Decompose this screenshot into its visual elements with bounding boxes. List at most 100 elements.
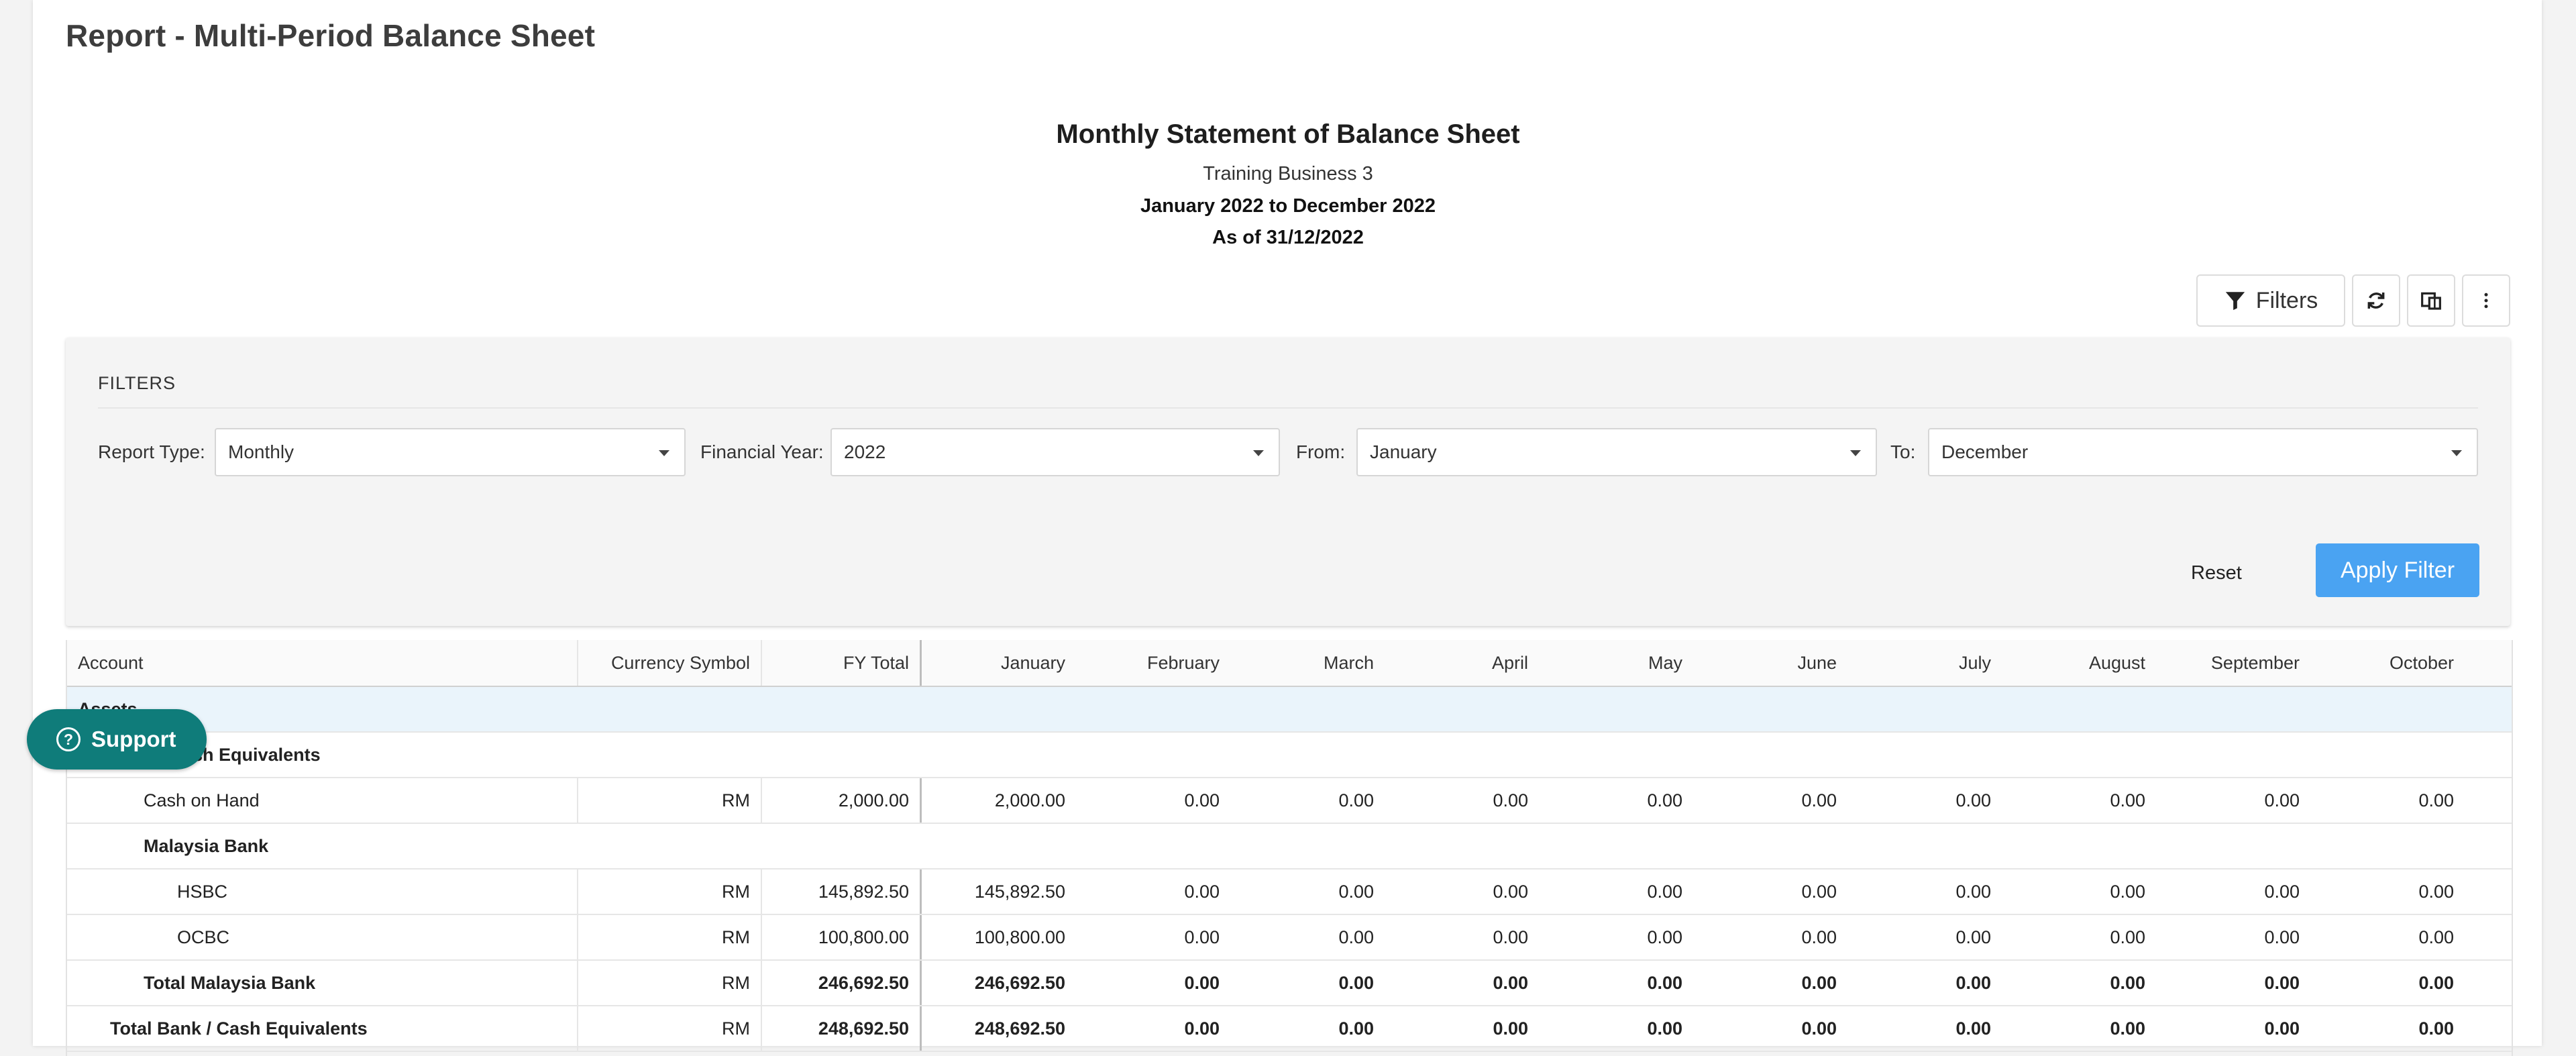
amount-cell: 0.00 (2418, 790, 2454, 810)
amount-cell: 248,692.50 (974, 1018, 1065, 1039)
page-title: Report - Multi-Period Balance Sheet (66, 18, 596, 53)
column-header-fy-total[interactable]: FY Total (762, 640, 922, 686)
currency-cell: RM (578, 915, 762, 959)
amount-cell: 0.00 (2110, 927, 2145, 947)
chevron-down-icon (659, 450, 669, 456)
amount-cell: 0.00 (1955, 881, 1991, 902)
from-month-select[interactable]: January (1356, 428, 1877, 476)
amount-cell: 246,692.50 (762, 961, 922, 1005)
filters-button-label: Filters (2255, 287, 2318, 313)
amount-cell: 145,892.50 (762, 869, 922, 914)
amount-cell: 0.00 (1801, 972, 1837, 993)
amount-cell: 0.00 (1338, 927, 1374, 947)
amount-cell: 0.00 (1493, 927, 1528, 947)
amount-cell: 0.00 (2264, 1018, 2300, 1039)
columns-toggle-icon (2421, 292, 2441, 310)
amount-cell: 2,000.00 (762, 778, 922, 823)
column-header-june[interactable]: June (1693, 640, 1847, 686)
financial-year-label: Financial Year: (700, 441, 824, 462)
chevron-down-icon (2451, 450, 2462, 456)
report-type-value: Monthly (228, 441, 294, 462)
column-header-may[interactable]: May (1539, 640, 1693, 686)
amount-cell: 0.00 (1184, 881, 1220, 902)
account-cell: Malaysia Bank (144, 835, 269, 856)
amount-cell: 0.00 (1184, 927, 1220, 947)
account-cell: Total Malaysia Bank (67, 961, 578, 1005)
amount-cell: 0.00 (2418, 927, 2454, 947)
amount-cell: 0.00 (1647, 1018, 1682, 1039)
amount-cell: 0.00 (1338, 790, 1374, 810)
amount-cell: 0.00 (2110, 790, 2145, 810)
grid-header-row: Account Currency Symbol FY Total January Feb… (67, 640, 2512, 687)
refresh-icon (2367, 293, 2385, 309)
report-type-label: Report Type: (98, 441, 205, 462)
amount-cell: 0.00 (2110, 1018, 2145, 1039)
filters-heading: FILTERS (98, 373, 176, 393)
amount-cell: 0.00 (2264, 972, 2300, 993)
amount-cell: 0.00 (2110, 972, 2145, 993)
amount-cell: 0.00 (1955, 1018, 1991, 1039)
amount-cell: 0.00 (1493, 1018, 1528, 1039)
amount-cell: 0.00 (1955, 972, 1991, 993)
amount-cell: 0.00 (1801, 927, 1837, 947)
report-type-select[interactable]: Monthly (215, 428, 686, 476)
apply-filter-button[interactable]: Apply Filter (2316, 543, 2479, 597)
to-month-select[interactable]: December (1928, 428, 2478, 476)
amount-cell: 0.00 (2110, 881, 2145, 902)
account-cell: OCBC (67, 915, 578, 959)
column-header-august[interactable]: August (2002, 640, 2156, 686)
financial-year-select[interactable]: 2022 (830, 428, 1280, 476)
to-month-label: To: (1890, 441, 1916, 462)
column-header-january[interactable]: January (922, 640, 1076, 686)
amount-cell: 0.00 (1338, 881, 1374, 902)
report-period: January 2022 to December 2022 (1140, 195, 1436, 217)
section-row: Assets (67, 687, 2512, 733)
column-header-march[interactable]: March (1230, 640, 1385, 686)
amount-cell: 0.00 (2264, 790, 2300, 810)
column-header-april[interactable]: April (1385, 640, 1539, 686)
amount-cell: 0.00 (1647, 927, 1682, 947)
filters-button[interactable]: Filters (2196, 274, 2345, 327)
from-month-label: From: (1296, 441, 1346, 462)
amount-cell: 0.00 (1493, 790, 1528, 810)
amount-cell: 0.00 (1955, 927, 1991, 947)
account-cell: HSBC (67, 869, 578, 914)
column-header-july[interactable]: July (1847, 640, 2002, 686)
column-header-february[interactable]: February (1076, 640, 1230, 686)
more-options-button[interactable] (2462, 274, 2510, 327)
amount-cell: 0.00 (2418, 972, 2454, 993)
currency-cell: RM (578, 961, 762, 1005)
column-chooser-button[interactable] (2407, 274, 2455, 327)
currency-cell: RM (578, 1006, 762, 1051)
column-header-account[interactable]: Account (67, 640, 578, 686)
report-title: Monthly Statement of Balance Sheet (1056, 119, 1520, 149)
from-month-value: January (1370, 441, 1437, 462)
column-header-september[interactable]: September (2156, 640, 2310, 686)
amount-cell: 0.00 (1184, 790, 1220, 810)
table-row: HSBC RM 145,892.50 145,892.50 0.00 0.00 0.00 0.… (67, 869, 2512, 915)
amount-cell: 0.00 (1801, 881, 1837, 902)
total-row: Total Bank / Cash Equivalents RM 248,692.5… (67, 1006, 2512, 1052)
amount-cell: 0.00 (1647, 881, 1682, 902)
to-month-value: December (1941, 441, 2029, 462)
column-header-currency-symbol[interactable]: Currency Symbol (578, 640, 762, 686)
column-header-october[interactable]: October (2310, 640, 2465, 686)
total-row: Total Malaysia Bank RM 246,692.50 246,692.5… (67, 961, 2512, 1006)
chevron-down-icon (1253, 450, 1264, 456)
amount-cell: 246,692.50 (974, 972, 1065, 993)
balance-sheet-grid: Account Currency Symbol FY Total January Feb… (66, 640, 2513, 1056)
amount-cell: 145,892.50 (974, 881, 1065, 902)
amount-cell: 0.00 (1647, 972, 1682, 993)
currency-cell: RM (578, 869, 762, 914)
support-button[interactable]: ? Support (27, 709, 207, 770)
amount-cell: 0.00 (1493, 972, 1528, 993)
account-cell: Total Bank / Cash Equivalents (67, 1006, 578, 1051)
filter-icon (2225, 292, 2245, 311)
reset-button[interactable]: Reset (2191, 562, 2242, 584)
amount-cell: 0.00 (1338, 972, 1374, 993)
amount-cell: 0.00 (1184, 972, 1220, 993)
refresh-button[interactable] (2352, 274, 2400, 327)
amount-cell: 0.00 (1801, 1018, 1837, 1039)
amount-cell: 100,800.00 (762, 915, 922, 959)
table-row: Cash on Hand RM 2,000.00 2,000.00 0.00 0.00 0.… (67, 778, 2512, 824)
